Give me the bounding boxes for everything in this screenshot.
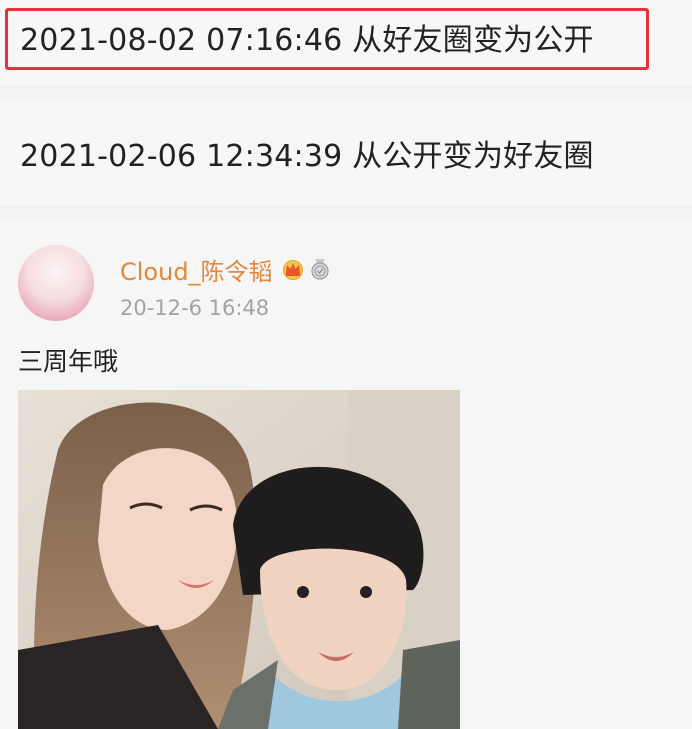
- medal-icon: [310, 259, 329, 280]
- avatar[interactable]: [18, 245, 94, 321]
- highlight-box: [5, 8, 649, 70]
- username-link[interactable]: Cloud_陈令韬: [120, 252, 273, 287]
- weibo-post: Cloud_陈令韬 20-12-6 16:48 三周年哦: [0, 220, 692, 729]
- post-author-row: Cloud_陈令韬: [120, 252, 331, 287]
- post-photo[interactable]: [18, 390, 460, 729]
- selfie-photo-illustration: [18, 390, 460, 729]
- visibility-log-text: 2021-02-06 12:34:39 从公开变为好友圈: [20, 139, 594, 174]
- post-timestamp: 20-12-6 16:48: [120, 296, 270, 320]
- post-text: 三周年哦: [18, 347, 119, 376]
- visibility-log-entry: 2021-08-02 07:16:46 从好友圈变为公开: [0, 0, 692, 86]
- crown-icon: [282, 260, 303, 280]
- weibo-visibility-log-page: 2021-08-02 07:16:46 从好友圈变为公开 2021-02-06 …: [0, 0, 692, 729]
- visibility-log-entry: 2021-02-06 12:34:39 从公开变为好友圈: [0, 100, 692, 206]
